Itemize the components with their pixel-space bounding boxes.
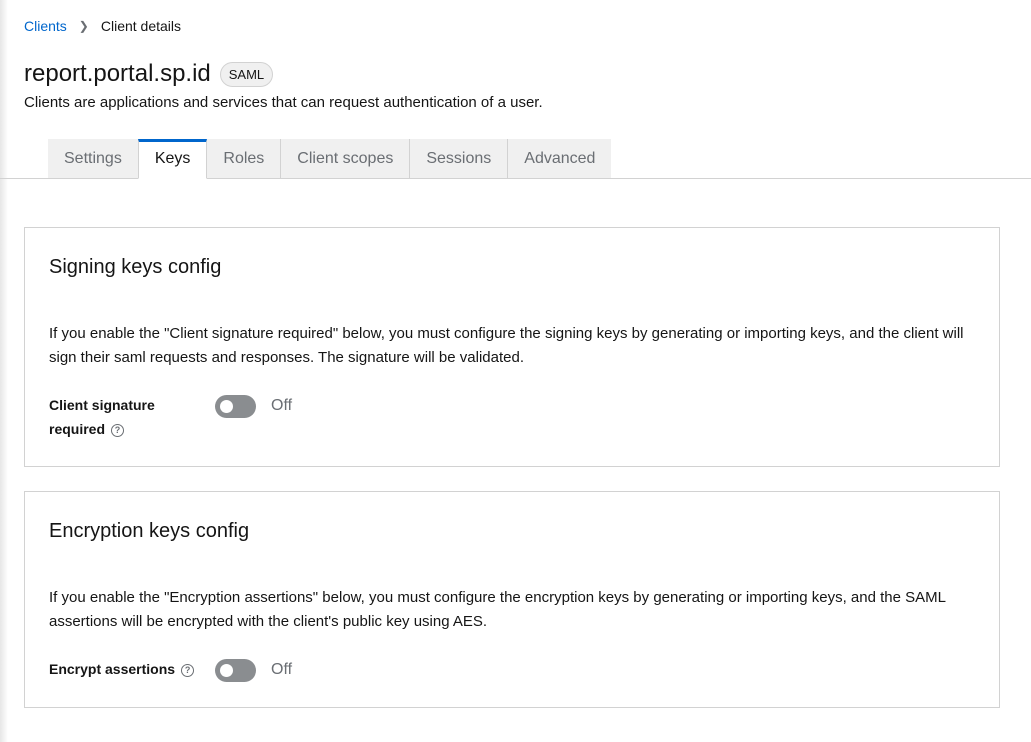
question-circle-icon[interactable]: ? bbox=[111, 423, 125, 437]
encrypt-assertions-switch-state: Off bbox=[271, 661, 293, 678]
protocol-badge: SAML bbox=[219, 61, 274, 87]
encryption-keys-description: If you enable the "Encryption assertions… bbox=[49, 589, 946, 630]
signing-keys-card: Signing keys config If you enable the "C… bbox=[24, 227, 1000, 467]
breadcrumb-current: Client details bbox=[100, 18, 182, 34]
client-signature-label: Client signature required? bbox=[49, 397, 155, 437]
tab-bar: Settings Keys Roles Client scopes Sessio… bbox=[48, 139, 612, 179]
tab-sessions[interactable]: Sessions bbox=[409, 139, 508, 179]
page-title: report.portal.sp.id bbox=[24, 60, 211, 87]
page-subtitle: Clients are applications and services th… bbox=[24, 94, 543, 111]
signing-keys-title: Signing keys config bbox=[49, 256, 222, 278]
tab-keys[interactable]: Keys bbox=[137, 139, 208, 179]
tab-settings[interactable]: Settings bbox=[48, 139, 138, 179]
tab-roles[interactable]: Roles bbox=[207, 139, 281, 179]
encryption-keys-title: Encryption keys config bbox=[49, 520, 250, 542]
client-signature-switch-state: Off bbox=[271, 397, 293, 414]
switch-knob bbox=[220, 400, 233, 413]
encrypt-assertions-switch[interactable] bbox=[215, 659, 256, 682]
breadcrumb: Clients ❯ Client details bbox=[24, 18, 181, 34]
encryption-keys-card: Encryption keys config If you enable the… bbox=[24, 491, 1000, 708]
chevron-right-icon: ❯ bbox=[78, 19, 89, 33]
client-signature-switch[interactable] bbox=[215, 395, 256, 418]
page-header: report.portal.sp.id SAML bbox=[24, 60, 274, 88]
tab-advanced[interactable]: Advanced bbox=[507, 139, 612, 179]
tab-client-scopes[interactable]: Client scopes bbox=[280, 139, 410, 179]
sidebar-shadow bbox=[0, 0, 8, 742]
switch-knob bbox=[220, 664, 233, 677]
encrypt-assertions-label: Encrypt assertions? bbox=[49, 657, 195, 681]
signing-keys-description: If you enable the "Client signature requ… bbox=[49, 325, 964, 366]
breadcrumb-clients-link[interactable]: Clients bbox=[24, 18, 67, 34]
question-circle-icon[interactable]: ? bbox=[181, 663, 195, 677]
